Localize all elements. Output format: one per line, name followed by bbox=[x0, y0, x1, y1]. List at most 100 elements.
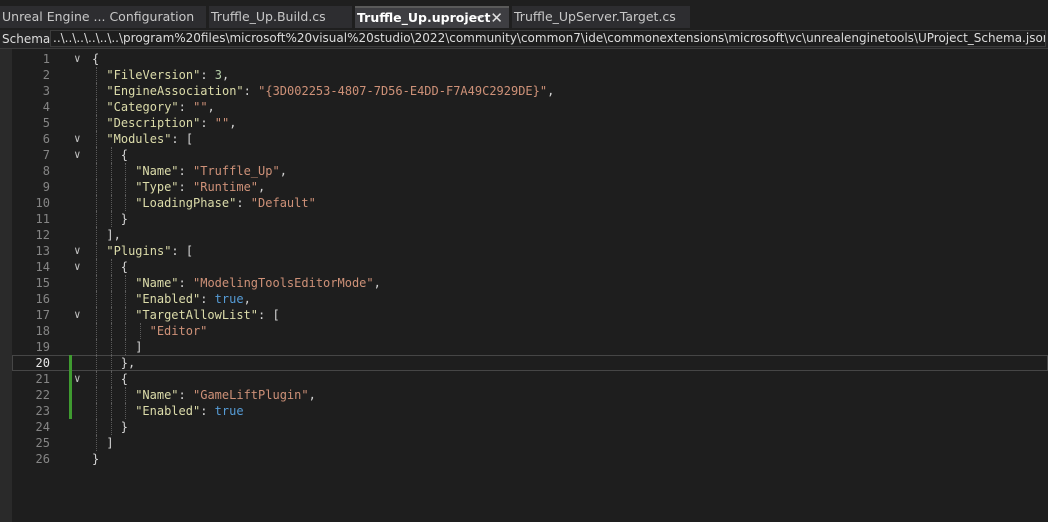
line-number: 13 bbox=[35, 244, 50, 258]
line-number: 21 bbox=[35, 372, 50, 386]
code-line[interactable]: 2 "FileVersion": 3, bbox=[12, 67, 1048, 83]
indent-guide bbox=[96, 227, 97, 243]
code-token: "Name" bbox=[135, 276, 179, 290]
code-token: , bbox=[279, 164, 287, 178]
code-token: "Type" bbox=[135, 180, 179, 194]
code-line[interactable]: 6 ∨ "Modules": [ bbox=[12, 131, 1048, 147]
pin-icon[interactable]: ⊸ bbox=[475, 8, 483, 28]
tab-label: Unreal Engine ... Configuration bbox=[2, 9, 195, 24]
code-token: "Enabled" bbox=[135, 404, 201, 418]
code-line[interactable]: 8 "Name": "Truffle_Up", bbox=[12, 163, 1048, 179]
code-text: { bbox=[121, 371, 128, 387]
indent-guide bbox=[140, 323, 141, 339]
tab-truffle-up-uproject[interactable]: Truffle_Up.uproject ⊸ ✕ bbox=[355, 6, 509, 28]
code-text: "Enabled": true, bbox=[135, 291, 251, 307]
code-token: "Plugins" bbox=[106, 244, 172, 258]
tab-unreal-engine-configuration[interactable]: Unreal Engine ... Configuration bbox=[0, 6, 206, 28]
code-line[interactable]: 16 "Enabled": true, bbox=[12, 291, 1048, 307]
line-number: 4 bbox=[42, 100, 50, 114]
code-text: "LoadingPhase": "Default" bbox=[135, 195, 316, 211]
indent-guide bbox=[111, 275, 112, 291]
indent-guide bbox=[96, 99, 97, 115]
code-line[interactable]: 13 ∨ "Plugins": [ bbox=[12, 243, 1048, 259]
code-line[interactable]: 7 ∨ { bbox=[12, 147, 1048, 163]
indent-guide bbox=[111, 291, 112, 307]
indent-guide bbox=[111, 403, 112, 419]
code-text: ], bbox=[106, 227, 120, 243]
indent-guide bbox=[96, 243, 97, 259]
indent-guide bbox=[96, 179, 97, 195]
line-number: 20 bbox=[35, 356, 50, 370]
code-line[interactable]: 14 ∨ { bbox=[12, 259, 1048, 275]
code-line[interactable]: 17 ∨ "TargetAllowList": [ bbox=[12, 307, 1048, 323]
code-line[interactable]: 12], bbox=[12, 227, 1048, 243]
code-token: "Default" bbox=[250, 196, 316, 210]
indent-guide bbox=[111, 387, 112, 403]
code-token: "LoadingPhase" bbox=[135, 196, 237, 210]
indent-guide bbox=[125, 195, 126, 211]
indent-guide bbox=[96, 275, 97, 291]
code-text: "Modules": [ bbox=[106, 131, 193, 147]
code-editor[interactable]: 1 ∨{2 "FileVersion": 3, 3 "EngineAssociation… bbox=[0, 49, 1048, 522]
code-line[interactable]: 1 ∨ { bbox=[12, 51, 1048, 67]
code-line[interactable]: 18 "Editor" bbox=[12, 323, 1048, 339]
indent-guide bbox=[125, 387, 126, 403]
code-line[interactable]: 10 "LoadingPhase": "Default" bbox=[12, 195, 1048, 211]
code-line[interactable]: 23 "Enabled": true bbox=[12, 403, 1048, 419]
code-token: : bbox=[200, 68, 215, 82]
line-number: 18 bbox=[35, 324, 50, 338]
fold-chevron-icon[interactable]: ∨ bbox=[74, 147, 81, 163]
code-line[interactable]: 25] bbox=[12, 435, 1048, 451]
code-line[interactable]: 21 ∨ { bbox=[12, 371, 1048, 387]
line-number: 9 bbox=[42, 180, 50, 194]
fold-chevron-icon[interactable]: ∨ bbox=[74, 307, 81, 323]
schema-bar: Schema: ..\..\..\..\..\..\program%20file… bbox=[0, 30, 1048, 49]
code-line[interactable]: 19] bbox=[12, 339, 1048, 355]
indent-guide bbox=[111, 211, 112, 227]
code-line[interactable]: 26} bbox=[12, 451, 1048, 467]
fold-chevron-icon[interactable]: ∨ bbox=[74, 243, 81, 259]
code-text: "Description": "", bbox=[106, 115, 236, 131]
code-line[interactable]: 20}, bbox=[12, 355, 1048, 371]
editor-left-margin bbox=[0, 49, 12, 522]
indent-guide bbox=[96, 115, 97, 131]
code-token: , bbox=[308, 388, 316, 402]
code-token: { bbox=[120, 148, 129, 162]
code-line[interactable]: 15 "Name": "ModelingToolsEditorMode", bbox=[12, 275, 1048, 291]
code-text: "TargetAllowList": [ bbox=[135, 307, 280, 323]
close-icon[interactable]: ✕ bbox=[490, 8, 503, 28]
fold-chevron-icon[interactable]: ∨ bbox=[74, 131, 81, 147]
code-token: "{3D002253-4807-7D56-E4DD-F7A49C2929DE}" bbox=[258, 84, 548, 98]
code-line[interactable]: 24} bbox=[12, 419, 1048, 435]
line-number: 10 bbox=[35, 196, 50, 210]
code-line[interactable]: 4 "Category": "", bbox=[12, 99, 1048, 115]
code-token: } bbox=[92, 452, 100, 466]
code-text: "Enabled": true bbox=[135, 403, 243, 419]
change-marker bbox=[69, 403, 72, 419]
indent-guide bbox=[125, 163, 126, 179]
line-number: 25 bbox=[35, 436, 50, 450]
code-token: "Modules" bbox=[106, 132, 172, 146]
tab-truffle-upserver-target-cs[interactable]: Truffle_UpServer.Target.cs bbox=[512, 6, 690, 28]
code-line[interactable]: 3 "EngineAssociation": "{3D002253-4807-7D… bbox=[12, 83, 1048, 99]
code-text: { bbox=[92, 51, 99, 67]
code-line[interactable]: 11} bbox=[12, 211, 1048, 227]
indent-guide bbox=[111, 147, 112, 163]
indent-guide bbox=[111, 419, 112, 435]
tab-truffle-up-build-cs[interactable]: Truffle_Up.Build.cs bbox=[209, 6, 352, 28]
indent-guide bbox=[125, 339, 126, 355]
code-token: }, bbox=[120, 356, 136, 370]
fold-chevron-icon[interactable]: ∨ bbox=[74, 371, 81, 387]
code-line[interactable]: 9 "Type": "Runtime", bbox=[12, 179, 1048, 195]
code-token: : bbox=[236, 196, 251, 210]
code-token: "GameLiftPlugin" bbox=[193, 388, 309, 402]
line-number: 19 bbox=[35, 340, 50, 354]
fold-chevron-icon[interactable]: ∨ bbox=[74, 51, 81, 67]
code-line[interactable]: 5 "Description": "", bbox=[12, 115, 1048, 131]
code-token: ], bbox=[106, 228, 121, 242]
change-marker bbox=[69, 387, 72, 403]
schema-path-field[interactable]: ..\..\..\..\..\..\program%20files\micros… bbox=[50, 30, 1046, 47]
indent-guide bbox=[111, 339, 112, 355]
fold-chevron-icon[interactable]: ∨ bbox=[74, 259, 81, 275]
code-line[interactable]: 22 "Name": "GameLiftPlugin", bbox=[12, 387, 1048, 403]
